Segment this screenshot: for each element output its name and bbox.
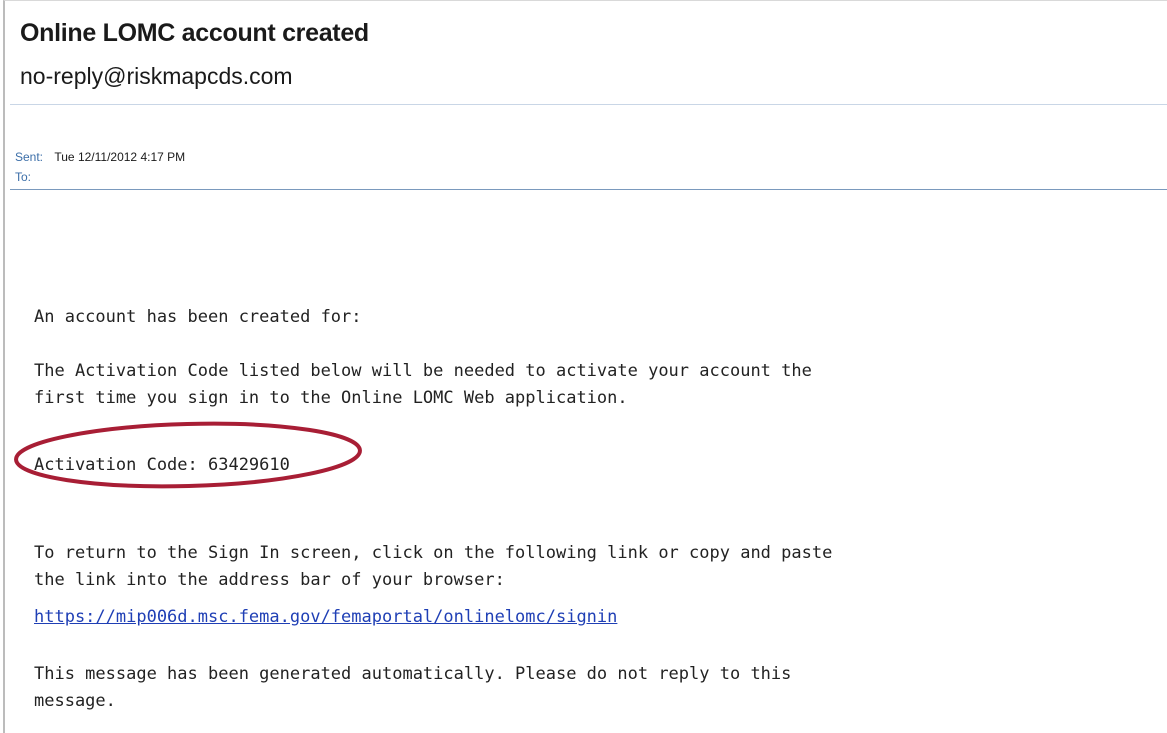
meta-divider: [10, 189, 1167, 190]
sent-value: Tue 12/11/2012 4:17 PM: [54, 150, 186, 164]
body-signin-instructions: To return to the Sign In screen, click o…: [34, 543, 833, 590]
signin-link[interactable]: https://mip006d.msc.fema.gov/femaportal/…: [34, 607, 617, 627]
sent-row: Sent: Tue 12/11/2012 4:17 PM: [15, 150, 185, 164]
email-sender[interactable]: no-reply@riskmapcds.com: [20, 63, 293, 90]
body-auto-generated-notice: This message has been generated automati…: [34, 664, 792, 711]
email-subject: Online LOMC account created: [20, 19, 369, 47]
body-line-account-created: An account has been created for:: [34, 307, 362, 327]
signin-link-line: https://mip006d.msc.fema.gov/femaportal/…: [34, 604, 617, 631]
to-label: To:: [15, 170, 32, 184]
activation-code-line: Activation Code: 63429610: [34, 455, 290, 475]
sent-label: Sent:: [15, 150, 44, 164]
header-divider: [10, 104, 1167, 105]
body-activation-instructions: The Activation Code listed below will be…: [34, 361, 812, 408]
to-row: To:: [15, 170, 39, 184]
